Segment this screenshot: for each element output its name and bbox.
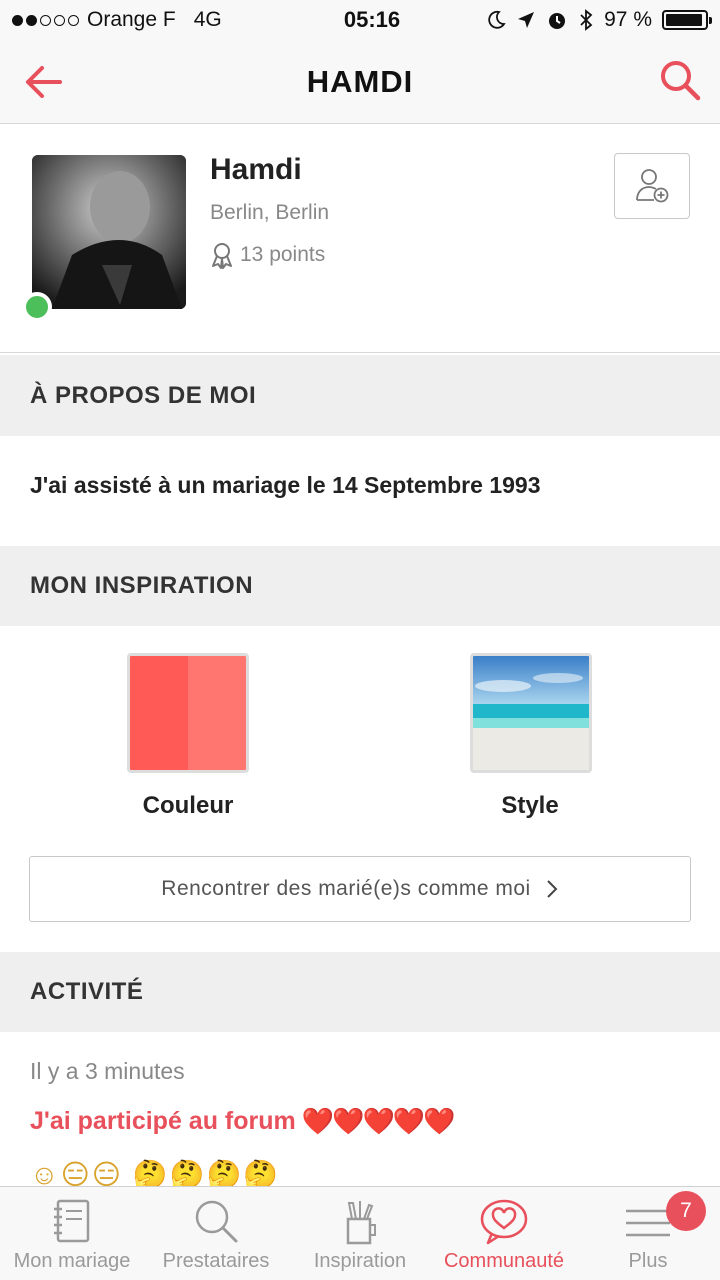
profile-name: Hamdi [210,153,302,186]
notification-badge: 7 [666,1191,706,1231]
inspiration-section-heading: MON INSPIRATION [0,546,720,626]
profile-points: 13 points [208,241,325,269]
search-icon [195,1200,238,1243]
activity-section-heading: ACTIVITÉ [0,952,720,1032]
tab-prestataires[interactable]: Prestataires [144,1187,288,1280]
tab-label: Prestataires [162,1250,270,1272]
tab-label: Plus [628,1250,668,1272]
activity-entry[interactable]: J'ai participé au forum ❤️❤️❤️❤️❤️ [30,1106,456,1137]
profile-location: Berlin, Berlin [210,201,330,224]
about-text: J'ai assisté à un mariage le 14 Septembr… [30,472,541,498]
chevron-right-icon [547,880,558,898]
tab-label: Inspiration [313,1250,407,1272]
navigation-bar: HAMDI [0,40,720,124]
add-user-icon [636,169,669,203]
tab-communaute[interactable]: Communauté [432,1187,576,1280]
network-type: 4G [193,8,222,31]
search-icon[interactable] [656,56,704,104]
award-ribbon-icon [212,243,232,269]
alarm-icon [549,13,566,29]
style-label: Style [501,792,559,819]
tab-mon-mariage[interactable]: Mon mariage [0,1187,144,1280]
moon-icon [488,10,506,29]
carrier-name: Orange F [87,8,176,31]
activity-time: Il y a 3 minutes [30,1058,185,1084]
bluetooth-icon [580,9,593,31]
color-inspiration-tile[interactable] [127,653,249,773]
online-status-indicator [22,292,52,322]
meet-couples-label: Rencontrer des marié(e)s comme moi [161,877,531,900]
clock: 05:16 [343,7,401,32]
profile-header: Hamdi Berlin, Berlin 13 points [0,125,720,353]
add-friend-button[interactable] [614,153,690,219]
tab-bar: Mon mariage Prestataires Inspiration Com… [0,1186,720,1280]
color-label: Couleur [142,792,234,819]
signal-strength-icon [12,14,79,26]
meet-couples-button[interactable]: Rencontrer des marié(e)s comme moi [29,856,691,922]
tab-label: Mon mariage [13,1250,131,1272]
tab-plus[interactable]: 7 Plus [576,1187,720,1280]
avatar[interactable] [32,155,186,309]
battery-icon [662,10,712,30]
location-arrow-icon [518,12,535,28]
activity-text: J'ai participé au forum [30,1107,296,1135]
style-inspiration-tile[interactable] [470,653,592,773]
hearts-emoji: ❤️❤️❤️❤️❤️ [301,1106,456,1136]
pencil-cup-icon [346,1201,376,1245]
about-section-heading: À PROPOS DE MOI [0,355,720,436]
tab-inspiration[interactable]: Inspiration [288,1187,432,1280]
back-arrow-icon[interactable] [20,58,68,106]
battery-percent: 97 % [604,8,652,31]
heart-bubble-icon [480,1199,528,1245]
tab-label: Communauté [443,1250,565,1272]
points-label: 13 points [240,243,326,266]
status-bar: Orange F 4G 05:16 97 % [0,0,720,40]
page-title: HAMDI [306,63,414,99]
notebook-icon [54,1199,90,1243]
